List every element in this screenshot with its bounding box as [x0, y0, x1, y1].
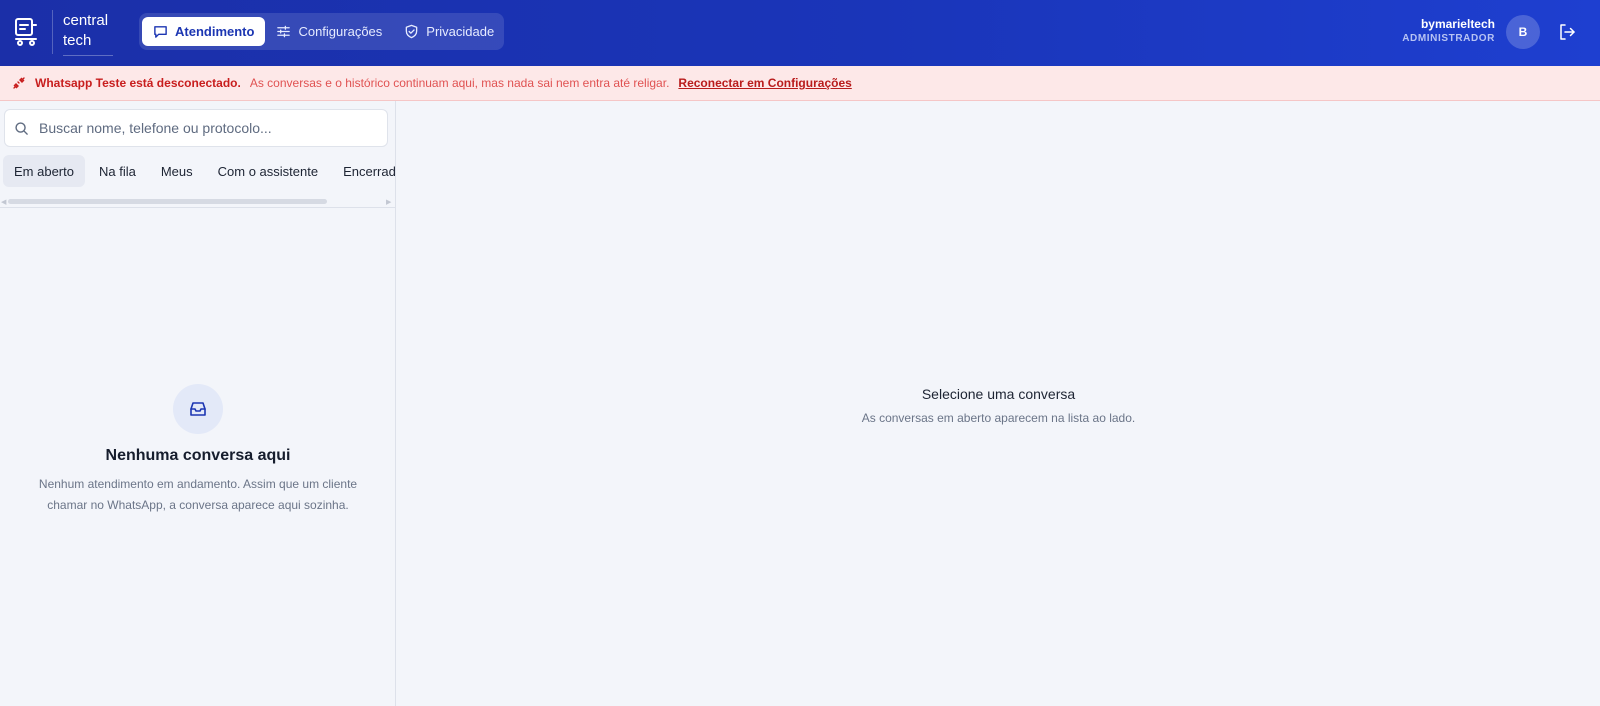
scroll-left-icon[interactable]: ◀	[1, 198, 6, 206]
shield-icon	[405, 24, 418, 39]
logout-icon[interactable]	[1557, 22, 1577, 42]
search-input[interactable]	[39, 120, 369, 136]
filter-meus[interactable]: Meus	[150, 155, 204, 187]
main-nav: Atendimento Configurações Privacidade	[139, 13, 504, 50]
select-conversation-subtitle: As conversas em aberto aparecem na lista…	[861, 411, 1136, 425]
filter-encerradas[interactable]: Encerradas	[332, 155, 396, 187]
filters-scrollbar[interactable]: ◀ ▶	[0, 196, 396, 206]
tab-label: Configurações	[298, 24, 383, 39]
tab-configuracoes[interactable]: Configurações	[265, 17, 393, 46]
disconnect-alert: Whatsapp Teste está desconectado. As con…	[0, 66, 1600, 101]
sliders-icon	[277, 25, 291, 38]
empty-state: Nenhuma conversa aqui Nenhum atendimento…	[0, 384, 396, 516]
list-divider	[0, 207, 396, 208]
top-bar: central tech Atendimento Configurações P…	[0, 0, 1600, 66]
user-info: bymarieltech ADMINISTRADOR	[1402, 17, 1495, 46]
scroll-thumb[interactable]	[8, 199, 327, 204]
filter-na-fila[interactable]: Na fila	[88, 155, 147, 187]
brand-line-2: tech	[63, 32, 92, 49]
search-icon	[15, 121, 28, 135]
brand-line-1: central	[63, 12, 109, 29]
inbox-icon	[190, 402, 206, 416]
tab-label: Privacidade	[426, 24, 495, 39]
tab-privacidade[interactable]: Privacidade	[393, 17, 505, 46]
filter-em-aberto[interactable]: Em aberto	[3, 155, 85, 187]
tab-label: Atendimento	[175, 24, 255, 39]
conversation-sidebar: Em aberto Na fila Meus Com o assistente …	[0, 101, 396, 706]
reconnect-link[interactable]: Reconectar em Configurações	[678, 76, 851, 90]
select-conversation-title: Selecione uma conversa	[921, 386, 1076, 402]
tab-atendimento[interactable]: Atendimento	[142, 17, 266, 46]
brand-name: central tech	[63, 11, 113, 56]
empty-text: Nenhum atendimento em andamento. Assim q…	[38, 477, 358, 512]
brand-underline	[63, 55, 113, 56]
search-box	[4, 109, 388, 147]
alert-message: As conversas e o histórico continuam aqu…	[249, 76, 670, 90]
chat-icon	[154, 26, 167, 38]
filter-tabs: Em aberto Na fila Meus Com o assistente …	[0, 153, 396, 189]
user-name: bymarieltech	[1420, 17, 1495, 31]
scroll-right-icon[interactable]: ▶	[386, 198, 391, 206]
user-role: ADMINISTRADOR	[1402, 33, 1495, 44]
conversation-view: Selecione uma conversa As conversas em a…	[397, 101, 1600, 706]
filter-com-assistente[interactable]: Com o assistente	[207, 155, 329, 187]
avatar[interactable]: B	[1506, 15, 1540, 49]
logo-divider	[52, 10, 53, 54]
logo-icon	[15, 18, 37, 46]
inbox-icon-wrap	[173, 384, 223, 434]
empty-title: Nenhuma conversa aqui	[105, 447, 291, 464]
alert-title: Whatsapp Teste está desconectado.	[35, 76, 241, 90]
unplugged-icon	[13, 77, 25, 89]
